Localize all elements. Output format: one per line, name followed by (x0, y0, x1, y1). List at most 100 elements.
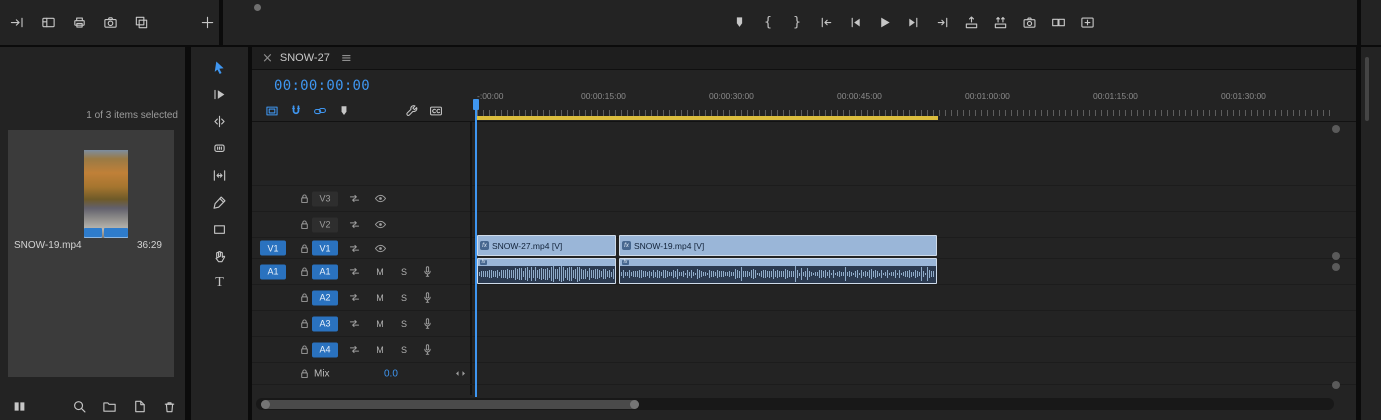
project-item-cell[interactable]: SNOW-19.mp4 36:29 (8, 130, 174, 377)
play-icon[interactable] (875, 13, 893, 31)
send-to-icon[interactable] (8, 13, 26, 31)
step-forward-icon[interactable] (904, 13, 922, 31)
toggle-track-output-icon[interactable] (372, 217, 388, 233)
new-bin-icon[interactable] (100, 397, 118, 415)
track-header-divider (470, 121, 472, 395)
video-clip-2[interactable]: fx SNOW-19.mp4 [V] (619, 235, 937, 256)
hand-tool[interactable] (210, 248, 230, 264)
solo-button[interactable]: S (397, 267, 411, 277)
solo-button[interactable]: S (397, 293, 411, 303)
mute-button[interactable]: M (373, 267, 387, 277)
track-target-v2[interactable]: V2 (312, 217, 338, 232)
scrollbar-knob[interactable] (254, 4, 261, 11)
voiceover-record-icon[interactable] (419, 316, 435, 332)
voiceover-record-icon[interactable] (419, 290, 435, 306)
add-button-icon[interactable] (198, 13, 216, 31)
rectangle-tool[interactable] (210, 221, 230, 237)
zoom-scrollbar-handle[interactable] (261, 399, 639, 409)
source-patch-a1[interactable]: A1 (260, 264, 286, 279)
camera-icon[interactable] (101, 13, 119, 31)
track-lock-icon[interactable] (296, 290, 312, 306)
toggle-track-output-icon[interactable] (372, 240, 388, 256)
ruler-label: 00:01:15:00 (1093, 91, 1138, 101)
mark-out-icon[interactable]: } (788, 13, 806, 31)
lift-icon[interactable] (962, 13, 980, 31)
mute-button[interactable]: M (373, 293, 387, 303)
video-clip-1[interactable]: fx SNOW-27.mp4 [V] (477, 235, 616, 256)
panels-icon[interactable] (39, 13, 57, 31)
vertical-scroll-knob[interactable] (1332, 252, 1340, 260)
audio-clip-2[interactable]: fx (619, 258, 937, 284)
new-item-icon[interactable] (130, 397, 148, 415)
source-monitor-toolbar (8, 13, 150, 31)
top-bar: {} (0, 0, 1381, 45)
add-marker-icon[interactable] (730, 13, 748, 31)
track-target-a1[interactable]: A1 (312, 264, 338, 279)
clip-thumbnail[interactable] (84, 150, 128, 238)
track-target-a2[interactable]: A2 (312, 290, 338, 305)
solo-button[interactable]: S (397, 345, 411, 355)
go-to-out-icon[interactable] (933, 13, 951, 31)
go-to-in-icon[interactable] (817, 13, 835, 31)
mix-volume-value[interactable]: 0.0 (384, 368, 398, 379)
sync-lock-icon[interactable] (346, 316, 362, 332)
button-editor-icon[interactable] (1078, 13, 1096, 31)
track-select-forward-tool[interactable] (210, 86, 230, 102)
mute-button[interactable]: M (373, 319, 387, 329)
clip-meta: SNOW-19.mp4 36:29 (8, 240, 174, 251)
solo-button[interactable]: S (397, 319, 411, 329)
vertical-scroll-knob[interactable] (1332, 263, 1340, 271)
selection-tool[interactable] (210, 59, 230, 75)
pen-tool[interactable] (210, 194, 230, 210)
panel-divider (219, 0, 223, 45)
vertical-scroll-knob[interactable] (1332, 125, 1340, 133)
sync-lock-icon[interactable] (346, 217, 362, 233)
printer-icon[interactable] (70, 13, 88, 31)
playhead[interactable] (473, 99, 479, 397)
track-lock-icon[interactable] (296, 342, 312, 358)
razor-tool[interactable] (210, 140, 230, 156)
track-target-v3[interactable]: V3 (312, 191, 338, 206)
track-lock-icon[interactable] (296, 264, 312, 280)
track-lock-icon[interactable] (296, 191, 312, 207)
duplicate-icon[interactable] (132, 13, 150, 31)
timeline-horizontal-scrollbar[interactable] (256, 398, 1334, 410)
mark-in-icon[interactable]: { (759, 13, 777, 31)
type-tool[interactable]: T (210, 275, 230, 291)
audio-clip-1[interactable]: fx (477, 258, 616, 284)
track-lock-icon[interactable] (296, 366, 312, 382)
extract-icon[interactable] (991, 13, 1009, 31)
track-lock-icon[interactable] (296, 240, 312, 256)
track-target-v1[interactable]: V1 (312, 240, 338, 256)
fx-badge: fx (622, 241, 631, 250)
track-lock-icon[interactable] (296, 316, 312, 332)
track-target-a3[interactable]: A3 (312, 316, 338, 331)
clip-label: SNOW-27.mp4 [V] (492, 240, 563, 251)
comparison-view-icon[interactable] (1049, 13, 1067, 31)
right-panel-scrollbar[interactable] (1365, 57, 1369, 121)
ripple-edit-tool[interactable] (210, 113, 230, 129)
sync-lock-icon[interactable] (346, 264, 362, 280)
mix-track-label: Mix (314, 368, 330, 379)
slip-tool[interactable] (210, 167, 230, 183)
icon-view-icon[interactable] (10, 397, 28, 415)
voiceover-record-icon[interactable] (419, 264, 435, 280)
sync-lock-icon[interactable] (346, 342, 362, 358)
keyframe-navigator-icon[interactable] (452, 366, 468, 382)
sync-lock-icon[interactable] (346, 240, 362, 256)
mute-button[interactable]: M (373, 345, 387, 355)
source-patch-v1[interactable]: V1 (260, 240, 286, 256)
track-lock-icon[interactable] (296, 217, 312, 233)
vertical-scroll-knob[interactable] (1332, 381, 1340, 389)
track-target-a4[interactable]: A4 (312, 342, 338, 357)
sync-lock-icon[interactable] (346, 290, 362, 306)
zoom-icon[interactable] (70, 397, 88, 415)
voiceover-record-icon[interactable] (419, 342, 435, 358)
delete-icon[interactable] (160, 397, 178, 415)
step-back-icon[interactable] (846, 13, 864, 31)
work-area-bar[interactable] (476, 116, 938, 120)
clip-name[interactable]: SNOW-19.mp4 (14, 240, 82, 251)
sync-lock-icon[interactable] (346, 191, 362, 207)
export-frame-icon[interactable] (1020, 13, 1038, 31)
toggle-track-output-icon[interactable] (372, 191, 388, 207)
